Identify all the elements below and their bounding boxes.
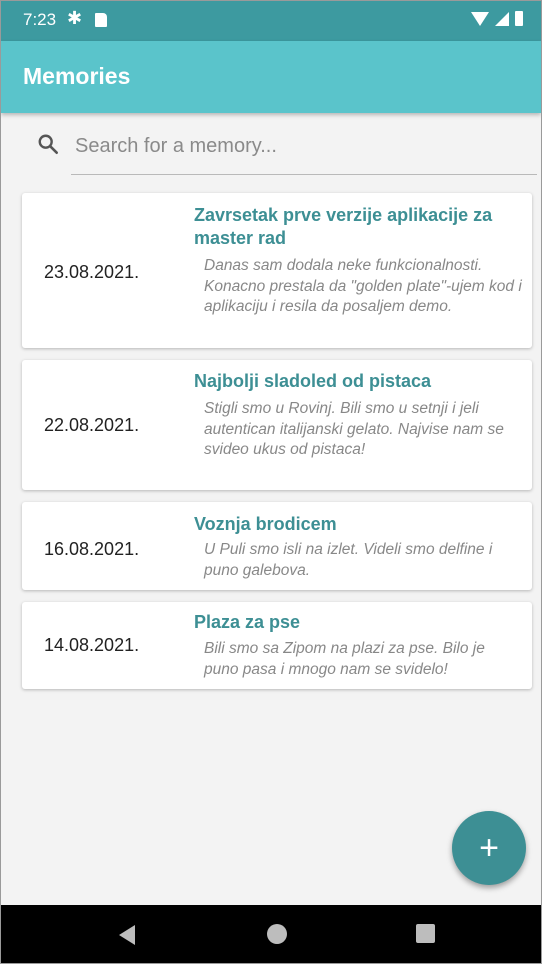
memory-description: Bili smo sa Zipom na plazi za pse. Bilo … (204, 640, 485, 678)
memory-date: 22.08.2021. (44, 415, 140, 435)
gear-icon: ✱ (67, 8, 83, 28)
app-bar: Memories (1, 41, 541, 113)
app-title: Memories (23, 63, 131, 89)
memory-title: Plaza za pse (194, 612, 301, 632)
memory-description: U Puli smo isli na izlet. Videli smo del… (204, 541, 493, 579)
status-time: 7:23 (23, 10, 57, 29)
memory-card[interactable]: 22.08.2021. Najbolji sladoled od pistaca… (22, 360, 532, 490)
recent-apps-icon[interactable] (416, 924, 435, 943)
search-bar (31, 121, 537, 176)
memory-date: 16.08.2021. (44, 539, 140, 559)
search-input[interactable] (73, 126, 527, 166)
status-bar: 7:23 ✱ (1, 1, 541, 41)
memory-card[interactable]: 23.08.2021. Zavrsetak prve verzije aplik… (22, 193, 532, 348)
search-icon[interactable] (37, 133, 59, 155)
memory-description: Stigli smo u Rovinj. Bili smo u setnji i… (204, 400, 504, 458)
search-underline (71, 174, 537, 175)
memory-date: 14.08.2021. (44, 635, 140, 655)
memory-card[interactable]: 14.08.2021. Plaza za pse Bili smo sa Zip… (22, 602, 532, 689)
signal-icon (495, 11, 509, 26)
add-memory-button[interactable]: + (452, 811, 526, 885)
system-nav-bar (1, 905, 541, 963)
sd-card-icon (95, 13, 107, 27)
app-screen: 7:23 ✱ Memories 23.08.2021. Zavrsetak pr… (0, 0, 542, 964)
memory-title: Voznja brodicem (194, 514, 337, 534)
status-indicators (471, 11, 523, 26)
wifi-icon (471, 11, 489, 26)
memory-date: 23.08.2021. (44, 262, 140, 282)
memory-title: Najbolji sladoled od pistaca (194, 371, 432, 391)
back-icon[interactable] (119, 925, 135, 945)
battery-icon (515, 11, 523, 26)
memory-title: Zavrsetak prve verzije aplikacije za mas… (194, 205, 493, 248)
add-icon: + (479, 829, 499, 867)
home-icon[interactable] (267, 924, 287, 944)
memory-description: Danas sam dodala neke funkcionalnosti. K… (204, 257, 522, 315)
memory-card[interactable]: 16.08.2021. Voznja brodicem U Puli smo i… (22, 502, 532, 590)
